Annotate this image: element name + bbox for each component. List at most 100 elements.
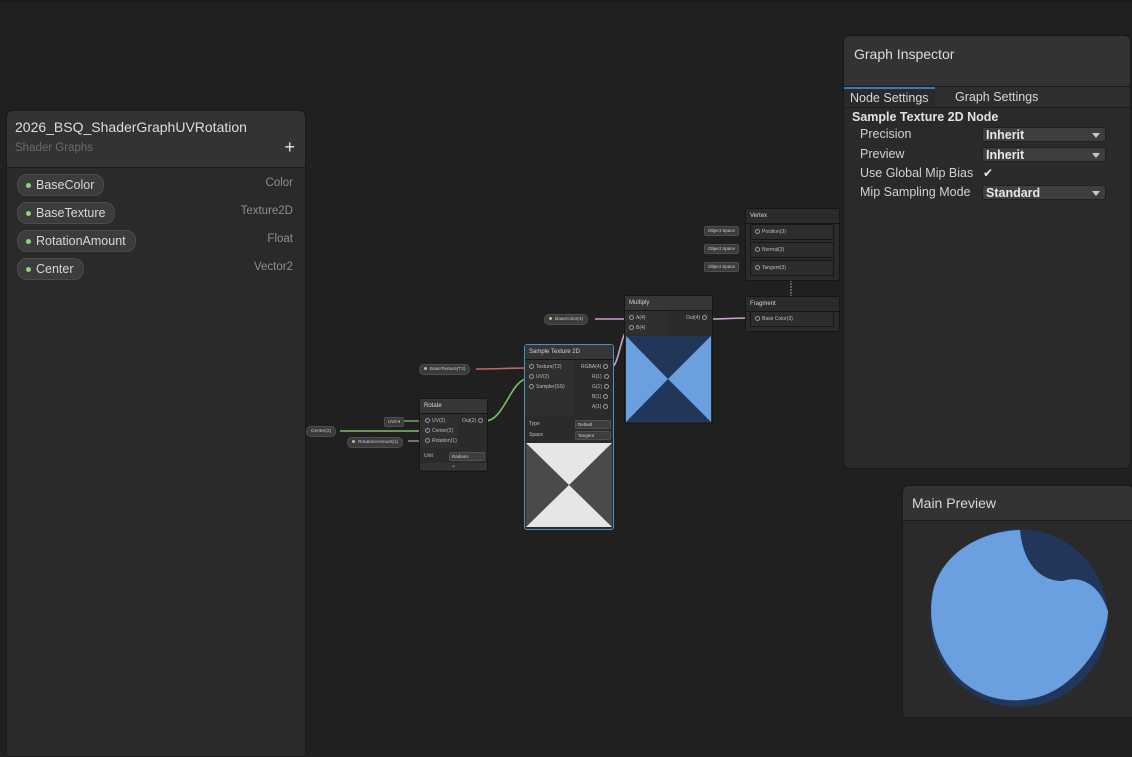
dropdown-value: Radians	[452, 454, 469, 459]
port-icon	[603, 374, 609, 380]
port-label: UV(2)	[536, 374, 550, 380]
vertex-block-tangent[interactable]: Tangent(3)	[750, 260, 834, 276]
sample-texture-2d-node[interactable]: Sample Texture 2D Texture(T2) UV(2) Samp…	[524, 344, 614, 530]
sample-type-dropdown[interactable]: Default	[575, 420, 611, 429]
vertex-context[interactable]: Vertex Position(3) Normal(3) Tangent(3)	[745, 208, 840, 281]
chip-label: RotationAmount(1)	[358, 440, 399, 445]
preview-label: Preview	[860, 147, 905, 161]
port-icon	[529, 374, 534, 380]
property-pill-basetexture[interactable]: BaseTexture	[17, 202, 116, 224]
property-row[interactable]: Center Vector2	[17, 258, 299, 280]
port-label: G(1)	[592, 384, 602, 390]
preview-dropdown[interactable]: Inherit	[982, 147, 1106, 162]
property-dot-icon	[352, 440, 355, 444]
sample-port-sampler[interactable]: Sampler(SS)	[527, 384, 565, 390]
vertex-block-normal[interactable]: Normal(3)	[750, 242, 834, 258]
multiply-node[interactable]: Multiply A(4) B(4) Out(4)	[624, 295, 713, 424]
normal-space-tag[interactable]: Object Space	[704, 244, 740, 254]
position-space-tag[interactable]: Object Space	[704, 226, 740, 236]
port-label: Tangent(3)	[762, 265, 786, 271]
main-preview-header: Main Preview	[903, 486, 1132, 521]
port-label: Out(4)	[686, 315, 701, 321]
sample-port-uv[interactable]: UV(2)	[527, 374, 549, 380]
caret-down-icon	[1092, 191, 1100, 196]
dropdown-value: Inherit	[986, 148, 1025, 162]
sample-port-b[interactable]: B(1)	[592, 394, 610, 400]
sample-port-texture[interactable]: Texture(T2)	[527, 364, 562, 370]
port-icon	[755, 265, 760, 271]
blackboard-header: 2026_BSQ_ShaderGraphUVRotation Shader Gr…	[7, 111, 305, 168]
mip-sampling-label: Mip Sampling Mode	[860, 185, 971, 199]
uv-tag-label: UV0	[388, 419, 397, 424]
rotate-unit-dropdown[interactable]: Radians	[449, 452, 485, 461]
property-dot-icon	[26, 266, 31, 272]
sample-port-r[interactable]: R(1)	[592, 374, 611, 380]
port-icon	[529, 384, 534, 390]
multiply-port-b[interactable]: B(4)	[627, 325, 645, 331]
rotationamount-property-node[interactable]: RotationAmount(1)	[347, 437, 404, 448]
port-icon	[603, 404, 609, 410]
precision-dropdown[interactable]: Inherit	[982, 127, 1106, 142]
port-label: Position(3)	[762, 229, 786, 235]
multiply-node-preview	[626, 336, 711, 422]
main-preview-sphere[interactable]	[903, 521, 1132, 717]
chip-label: BaseColor(4)	[555, 317, 584, 322]
rotate-expand-button[interactable]: ⌄	[420, 463, 487, 470]
property-pill-center[interactable]: Center	[17, 258, 84, 280]
property-pill-basecolor[interactable]: BaseColor	[17, 174, 105, 196]
mip-sampling-dropdown[interactable]: Standard	[982, 185, 1106, 200]
property-row[interactable]: BaseTexture Texture2D	[17, 202, 299, 224]
port-icon	[425, 418, 430, 424]
property-row[interactable]: RotationAmount Float	[17, 230, 299, 252]
vertex-title: Vertex	[746, 209, 839, 224]
port-label: R(1)	[592, 374, 602, 380]
port-icon	[425, 428, 430, 434]
property-type: Texture2D	[240, 205, 293, 217]
dropdown-value: Tangent	[578, 433, 595, 438]
tab-graph-settings[interactable]: Graph Settings	[949, 87, 1044, 107]
dropdown-value: Default	[578, 422, 593, 427]
sample-space-dropdown[interactable]: Tangent	[575, 431, 611, 440]
blackboard-panel: 2026_BSQ_ShaderGraphUVRotation Shader Gr…	[6, 110, 306, 757]
sample-port-rgba[interactable]: RGBA(4)	[581, 364, 610, 370]
main-preview-title: Main Preview	[912, 495, 997, 511]
port-icon	[425, 438, 430, 444]
mip-bias-checkbox[interactable]: ✔	[983, 166, 993, 180]
rotate-port-center[interactable]: Center(2)	[423, 428, 453, 434]
add-property-button[interactable]: +	[284, 137, 295, 158]
port-icon	[755, 247, 760, 253]
multiply-port-out[interactable]: Out(4)	[686, 315, 709, 321]
property-name: BaseTexture	[36, 206, 106, 220]
fragment-context[interactable]: Fragment Base Color(3)	[745, 296, 840, 332]
rotate-node[interactable]: Rotate UV(2) Center(2) Rotation(1) Out(2…	[419, 398, 488, 472]
tab-node-settings[interactable]: Node Settings	[844, 87, 935, 107]
basetexture-property-node[interactable]: BaseTexture(T2)	[419, 364, 471, 375]
basecolor-property-node[interactable]: BaseColor(4)	[544, 314, 589, 325]
port-label: A(4)	[636, 315, 646, 321]
blackboard-title: 2026_BSQ_ShaderGraphUVRotation	[15, 119, 247, 135]
uv-channel-tag[interactable]: UV0 ▾	[384, 417, 405, 427]
rotate-port-uv[interactable]: UV(2)	[423, 418, 445, 424]
chip-label: Center(2)	[311, 429, 332, 434]
vertex-block-position[interactable]: Position(3)	[750, 224, 834, 240]
port-label: UV(2)	[432, 418, 446, 424]
port-icon	[629, 315, 634, 321]
rotate-node-title: Rotate	[420, 399, 487, 414]
rotate-port-rotation[interactable]: Rotation(1)	[423, 438, 457, 444]
port-label: Rotation(1)	[432, 438, 457, 444]
port-label: Out(2)	[462, 418, 477, 424]
tangent-space-tag[interactable]: Object Space	[704, 262, 740, 272]
rotate-port-out[interactable]: Out(2)	[462, 418, 485, 424]
fragment-block-basecolor[interactable]: Base Color(3)	[750, 311, 834, 327]
inspector-header: Graph Inspector	[844, 36, 1130, 87]
property-name: Center	[36, 262, 74, 276]
sample-port-a[interactable]: A(1)	[592, 404, 610, 410]
port-label: Center(2)	[432, 428, 454, 434]
center-property-node[interactable]: Center(2)	[306, 426, 337, 437]
multiply-node-title: Multiply	[625, 296, 712, 311]
multiply-port-a[interactable]: A(4)	[627, 315, 645, 321]
property-dot-icon	[549, 317, 552, 321]
sample-port-g[interactable]: G(1)	[592, 384, 611, 390]
property-row[interactable]: BaseColor Color	[17, 174, 299, 196]
property-pill-rotationamount[interactable]: RotationAmount	[17, 230, 136, 252]
